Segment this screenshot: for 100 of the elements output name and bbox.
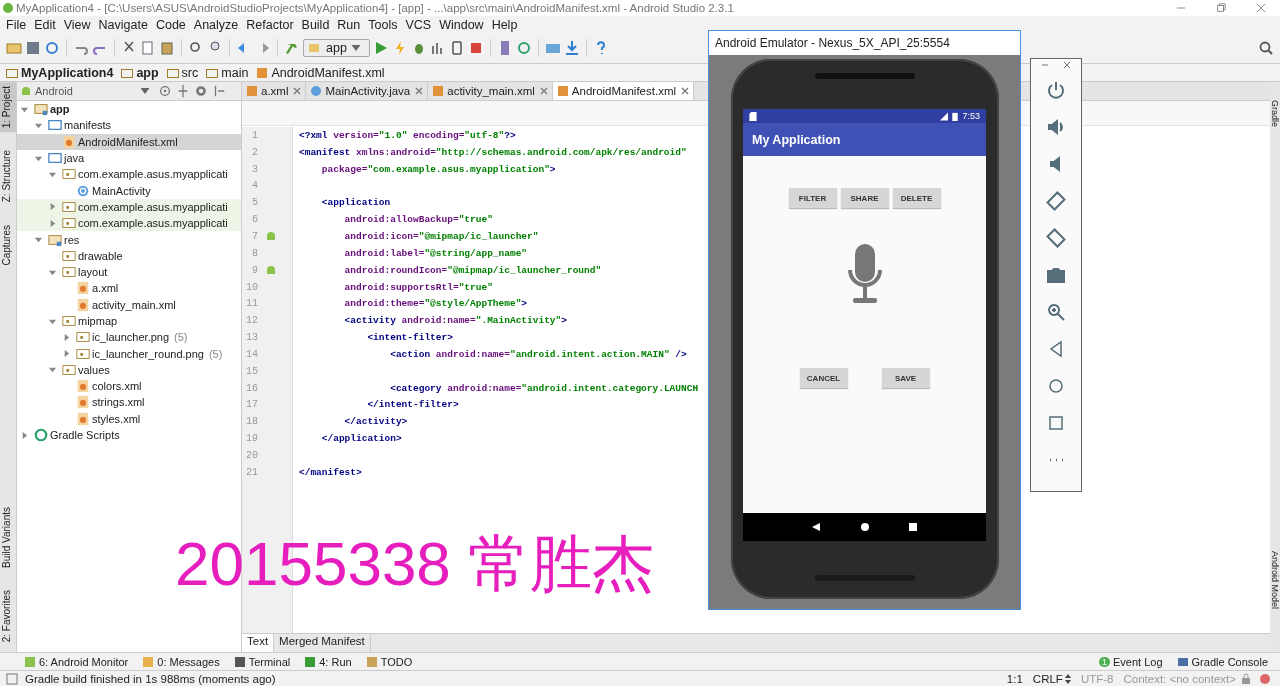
- tree-item[interactable]: AndroidManifest.xml: [17, 133, 241, 150]
- breadcrumb[interactable]: AndroidManifest.xml: [256, 65, 385, 80]
- tree-item[interactable]: java: [17, 149, 241, 167]
- tree-item[interactable]: MainActivity: [17, 182, 241, 199]
- tree-item[interactable]: a.xml: [17, 280, 241, 297]
- tree-item[interactable]: mipmap: [17, 312, 241, 330]
- menu-item[interactable]: Analyze: [189, 17, 243, 32]
- zoom-icon[interactable]: [1046, 302, 1066, 322]
- tree-item[interactable]: drawable: [17, 247, 241, 264]
- app-button[interactable]: DELETE: [892, 188, 941, 208]
- tree-item[interactable]: ic_launcher.png (5): [17, 329, 241, 346]
- expand-arrow-icon[interactable]: [48, 202, 57, 212]
- expand-arrow-icon[interactable]: [48, 365, 57, 375]
- power-icon[interactable]: [1046, 80, 1066, 100]
- expand-arrow-icon[interactable]: [62, 349, 71, 359]
- breadcrumb[interactable]: app: [121, 65, 159, 80]
- volume-up-icon[interactable]: [1046, 117, 1066, 137]
- folder-icon[interactable]: [6, 40, 22, 56]
- tool-window-tab[interactable]: 2: Favorites: [0, 585, 16, 646]
- menu-item[interactable]: Build: [297, 17, 334, 32]
- breadcrumb[interactable]: main: [206, 65, 249, 80]
- menu-item[interactable]: Code: [151, 17, 190, 32]
- tool-window-tab[interactable]: Gradle: [1270, 100, 1280, 127]
- menu-item[interactable]: File: [2, 17, 31, 32]
- tool-window-button[interactable]: 1 Event Log: [1099, 655, 1163, 668]
- tool-window-tab[interactable]: Z: Structure: [0, 146, 16, 207]
- menu-item[interactable]: Tools: [364, 17, 402, 32]
- tree-item[interactable]: Gradle Scripts: [17, 426, 241, 444]
- editor-tab[interactable]: a.xml: [242, 82, 307, 100]
- tool-window-button[interactable]: 6: Android Monitor: [24, 655, 129, 668]
- xml-file-icon: [256, 66, 269, 79]
- close-icon[interactable]: [681, 87, 690, 95]
- tree-item[interactable]: com.example.asus.myapplicati: [17, 166, 241, 183]
- menu-item[interactable]: VCS: [401, 17, 436, 32]
- app-button[interactable]: FILTER: [788, 188, 837, 208]
- breadcrumb[interactable]: MyApplication4: [6, 65, 114, 80]
- close-icon[interactable]: [415, 87, 424, 95]
- panel-toggle-icon[interactable]: [6, 672, 18, 685]
- app-button[interactable]: CANCEL: [799, 368, 848, 388]
- close-icon[interactable]: [1063, 61, 1071, 69]
- menu-item[interactable]: Help: [487, 17, 522, 32]
- editor-tab[interactable]: AndroidManifest.xml: [552, 82, 695, 100]
- app-button[interactable]: SHARE: [840, 188, 889, 208]
- tool-window-tab[interactable]: Build Variants: [0, 502, 16, 572]
- menu-item[interactable]: Refactor: [242, 17, 298, 32]
- tool-window-tab[interactable]: Android Model: [1270, 550, 1280, 609]
- tool-window-tab[interactable]: 1: Project: [0, 82, 16, 133]
- expand-arrow-icon[interactable]: [34, 235, 43, 244]
- tree-item[interactable]: res: [17, 231, 241, 248]
- tree-item[interactable]: styles.xml: [17, 410, 241, 427]
- tree-item[interactable]: manifests: [17, 117, 241, 134]
- tool-window-button[interactable]: Gradle Console: [1176, 655, 1268, 668]
- breadcrumb[interactable]: src: [166, 65, 199, 80]
- rotate-icon[interactable]: [1046, 228, 1066, 248]
- expand-arrow-icon[interactable]: [20, 430, 29, 440]
- tree-item[interactable]: strings.xml: [17, 394, 241, 411]
- menu-item[interactable]: Navigate: [94, 17, 152, 32]
- back-icon[interactable]: [811, 522, 822, 532]
- tree-item[interactable]: activity_main.xml: [17, 296, 241, 313]
- menu-item[interactable]: Run: [333, 17, 365, 32]
- close-icon[interactable]: [539, 87, 548, 95]
- tool-window-button[interactable]: 0: Messages: [142, 655, 220, 668]
- app-button[interactable]: SAVE: [881, 368, 930, 388]
- search-icon[interactable]: [1258, 40, 1274, 56]
- editor-tab[interactable]: MainActivity.java: [306, 82, 429, 100]
- tree-item[interactable]: com.example.asus.myapplicati: [17, 198, 241, 216]
- target-icon[interactable]: [158, 84, 172, 98]
- editor-mode-tab[interactable]: Merged Manifest: [274, 634, 371, 652]
- home-icon[interactable]: [859, 522, 870, 532]
- menu-item[interactable]: View: [59, 17, 95, 32]
- menu-item[interactable]: Edit: [30, 17, 60, 32]
- editor-mode-tab[interactable]: Text: [242, 634, 275, 652]
- tool-window-button[interactable]: TODO: [365, 655, 413, 668]
- tree-item[interactable]: ic_launcher_round.png (5): [17, 345, 241, 362]
- close-icon[interactable]: [1256, 3, 1266, 13]
- camera-icon[interactable]: [1046, 265, 1066, 285]
- line-separator[interactable]: CRLF: [1032, 672, 1071, 685]
- close-icon[interactable]: [293, 87, 302, 95]
- tool-window-button[interactable]: Terminal: [233, 655, 291, 668]
- editor-tab[interactable]: activity_main.xml: [428, 82, 553, 100]
- run-configuration-dropdown[interactable]: app: [303, 39, 370, 57]
- minimize-icon[interactable]: [1041, 61, 1049, 69]
- restore-icon[interactable]: [1216, 3, 1226, 13]
- tree-item[interactable]: colors.xml: [17, 378, 241, 395]
- overview-icon[interactable]: [907, 522, 918, 532]
- rotate-icon[interactable]: [1046, 191, 1066, 211]
- download-icon[interactable]: [563, 40, 580, 56]
- hide-icon[interactable]: [212, 84, 226, 98]
- expand-arrow-icon[interactable]: [62, 332, 71, 342]
- tool-window-button[interactable]: 4: Run: [304, 655, 352, 668]
- tree-item[interactable]: app: [17, 101, 241, 118]
- expand-arrow-icon[interactable]: [48, 218, 57, 228]
- caret-position[interactable]: 1:1: [1006, 672, 1023, 685]
- tree-item[interactable]: values: [17, 361, 241, 379]
- microphone-icon[interactable]: [846, 244, 883, 306]
- lock-icon[interactable]: [1240, 672, 1252, 685]
- tool-window-tab[interactable]: Captures: [0, 220, 16, 270]
- menu-item[interactable]: Window: [435, 17, 488, 32]
- tree-item[interactable]: com.example.asus.myapplicati: [17, 215, 241, 232]
- tree-item[interactable]: layout: [17, 263, 241, 281]
